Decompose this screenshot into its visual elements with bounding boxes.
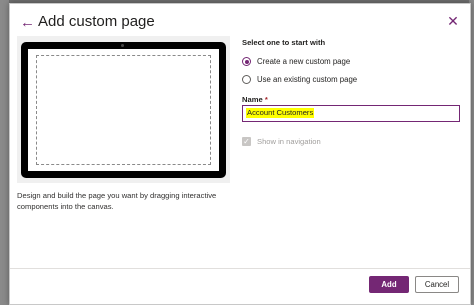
radio-use-existing[interactable] xyxy=(242,75,251,84)
backdrop-left xyxy=(0,0,9,305)
name-field-label: Name * xyxy=(242,95,268,104)
name-label-text: Name xyxy=(242,95,263,104)
options-section-label: Select one to start with xyxy=(242,38,326,47)
close-icon[interactable]: ✕ xyxy=(445,13,461,29)
tablet-screen xyxy=(28,49,219,171)
add-custom-page-dialog: ← Add custom page ✕ Design and build the… xyxy=(9,3,471,305)
option-use-existing[interactable]: Use an existing custom page xyxy=(242,73,357,86)
name-input-value: Account Customers xyxy=(246,108,315,118)
option-create-new-label: Create a new custom page xyxy=(257,57,351,66)
dialog-title: Add custom page xyxy=(38,13,155,30)
footer-divider xyxy=(10,268,470,269)
option-create-new[interactable]: Create a new custom page xyxy=(242,55,350,68)
show-in-navigation-row: ✓ Show in navigation xyxy=(242,135,321,147)
name-input[interactable]: Account Customers xyxy=(242,105,460,122)
canvas-preview xyxy=(17,36,230,183)
cancel-button[interactable]: Cancel xyxy=(415,276,459,293)
tablet-camera xyxy=(121,44,124,47)
option-use-existing-label: Use an existing custom page xyxy=(257,75,358,84)
show-in-navigation-label: Show in navigation xyxy=(257,136,321,146)
radio-create-new[interactable] xyxy=(242,57,251,66)
checkbox-checked-icon: ✓ xyxy=(242,136,251,146)
required-marker: * xyxy=(264,95,268,104)
arrow-left-icon[interactable]: ← xyxy=(20,15,35,30)
tablet-illustration xyxy=(21,42,226,178)
canvas-dashed-area xyxy=(36,55,211,165)
preview-description: Design and build the page you want by dr… xyxy=(17,191,217,211)
add-button[interactable]: Add xyxy=(369,276,409,293)
